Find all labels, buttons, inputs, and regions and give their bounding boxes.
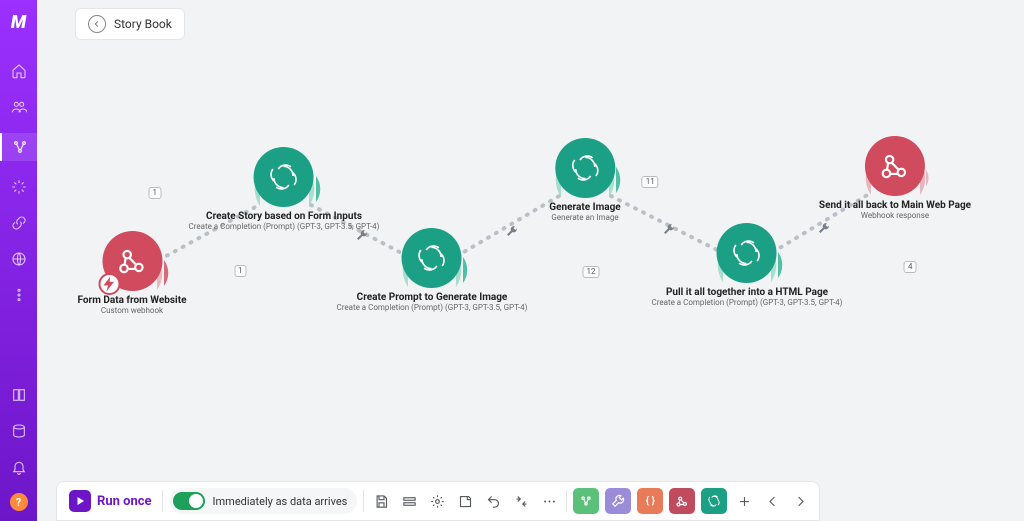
add-module-button[interactable] — [733, 490, 755, 512]
nav-more[interactable] — [9, 285, 29, 305]
bottom-toolbar: Run once Immediately as data arrives { } — [56, 481, 820, 521]
breadcrumb: Story Book — [75, 8, 185, 40]
scheduling-toggle[interactable]: Immediately as data arrives — [169, 488, 358, 514]
history-prev-button[interactable] — [761, 490, 783, 512]
nav-teams[interactable] — [9, 97, 29, 117]
divider — [162, 490, 163, 512]
module-title: Create Prompt to Generate Image — [337, 292, 528, 303]
help-button[interactable]: ? — [10, 493, 28, 511]
module-openai-story[interactable]: Create Story based on Form Inputs Create… — [189, 147, 380, 231]
module-badge: 4 — [904, 261, 917, 273]
module-badge: 12 — [582, 266, 599, 278]
module-subtitle: Create a Completion (Prompt) (GPT-3, GPT… — [652, 298, 843, 307]
module-title: Form Data from Website — [78, 295, 187, 306]
module-openai-prompt[interactable]: Create Prompt to Generate Image Create a… — [337, 228, 528, 312]
openai-icon — [568, 151, 602, 185]
module-badge: 11 — [642, 176, 659, 188]
instant-trigger-icon — [98, 273, 120, 295]
openai-icon — [267, 160, 301, 194]
play-icon — [69, 490, 91, 512]
back-button[interactable] — [88, 15, 106, 33]
fav-module-tools[interactable] — [605, 488, 631, 514]
toggle-switch-icon — [173, 492, 205, 510]
module-title: Create Story based on Form Inputs — [189, 211, 380, 222]
notes-button[interactable] — [454, 490, 476, 512]
schedule-label: Immediately as data arrives — [213, 495, 348, 508]
nav-notifications[interactable] — [9, 457, 29, 477]
webhook-icon — [878, 149, 912, 183]
nav-datastore[interactable] — [9, 421, 29, 441]
nav-webhooks[interactable] — [9, 249, 29, 269]
module-subtitle: Webhook response — [819, 211, 971, 220]
nav-home[interactable] — [9, 61, 29, 81]
nav-docs[interactable] — [9, 385, 29, 405]
auto-align-button[interactable] — [510, 490, 532, 512]
module-subtitle: Custom webhook — [78, 306, 187, 315]
more-tools-button[interactable] — [538, 490, 560, 512]
sidebar: M ? — [0, 0, 37, 521]
run-once-button[interactable]: Run once — [65, 487, 156, 515]
divider — [566, 490, 567, 512]
divider — [363, 490, 364, 512]
fav-module-webhook[interactable] — [669, 488, 695, 514]
history-next-button[interactable] — [789, 490, 811, 512]
module-title: Generate Image — [549, 202, 620, 213]
module-badge: 1 — [234, 265, 247, 277]
module-title: Send it all back to Main Web Page — [819, 200, 971, 211]
openai-icon — [730, 236, 764, 270]
module-webhook-response[interactable]: Send it all back to Main Web Page Webhoo… — [819, 136, 971, 220]
module-subtitle: Generate an Image — [549, 213, 620, 222]
fav-module-flow[interactable] — [573, 488, 599, 514]
fav-module-text[interactable]: { } — [637, 488, 663, 514]
module-openai-image[interactable]: Generate Image Generate an Image 11 — [549, 138, 620, 222]
undo-button[interactable] — [482, 490, 504, 512]
settings-button[interactable] — [426, 490, 448, 512]
module-badge: 1 — [149, 187, 162, 199]
make-logo: M — [0, 4, 37, 41]
openai-icon — [415, 241, 449, 275]
module-title: Pull it all together into a HTML Page — [652, 287, 843, 298]
module-openai-assemble[interactable]: Pull it all together into a HTML Page Cr… — [652, 223, 843, 307]
nav-scenarios[interactable] — [0, 133, 37, 161]
save-button[interactable] — [370, 490, 392, 512]
fav-module-openai[interactable] — [701, 488, 727, 514]
queue-button[interactable] — [398, 490, 420, 512]
scenario-title[interactable]: Story Book — [114, 17, 172, 31]
module-subtitle: Create a Completion (Prompt) (GPT-3, GPT… — [337, 303, 528, 312]
webhook-icon — [115, 244, 149, 278]
module-webhook-trigger[interactable]: Form Data from Website Custom webhook 1 — [78, 231, 187, 315]
scenario-canvas[interactable]: Form Data from Website Custom webhook 1 … — [37, 0, 1024, 521]
nav-apps[interactable] — [9, 177, 29, 197]
nav-connections[interactable] — [9, 213, 29, 233]
